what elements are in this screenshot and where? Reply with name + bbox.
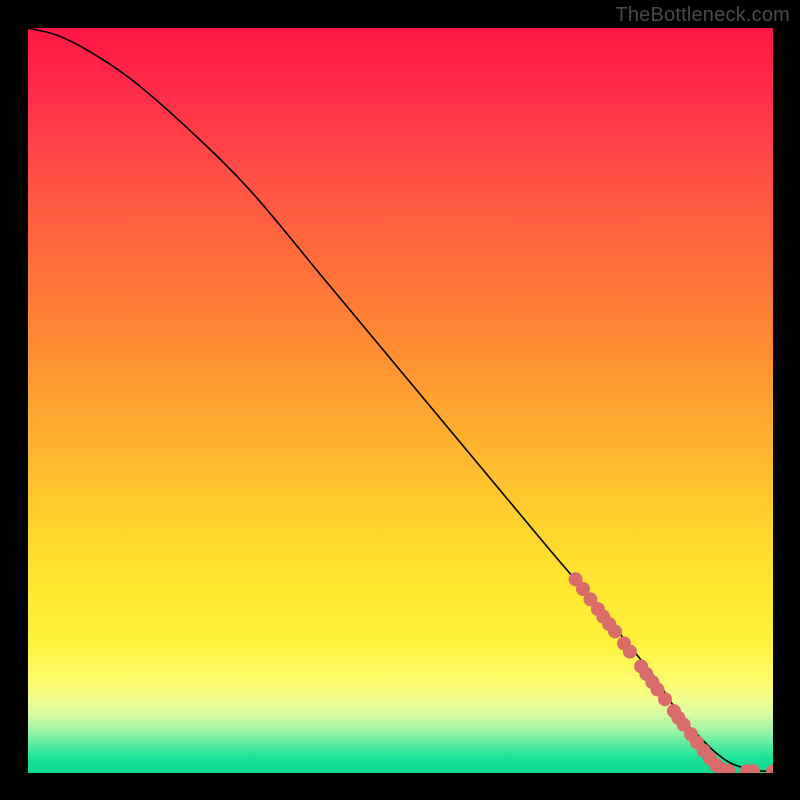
highlight-dots bbox=[569, 573, 773, 773]
chart-stage: TheBottleneck.com bbox=[0, 0, 800, 800]
plot-area bbox=[28, 28, 773, 773]
watermark-text: TheBottleneck.com bbox=[615, 4, 790, 27]
highlight-dot bbox=[746, 765, 759, 773]
highlight-dot bbox=[658, 693, 671, 706]
highlight-dot bbox=[722, 764, 735, 773]
chart-svg bbox=[28, 28, 773, 773]
highlight-dot bbox=[609, 625, 622, 638]
highlight-dot bbox=[623, 645, 636, 658]
highlight-dot bbox=[767, 765, 774, 773]
curve-line bbox=[28, 28, 773, 772]
